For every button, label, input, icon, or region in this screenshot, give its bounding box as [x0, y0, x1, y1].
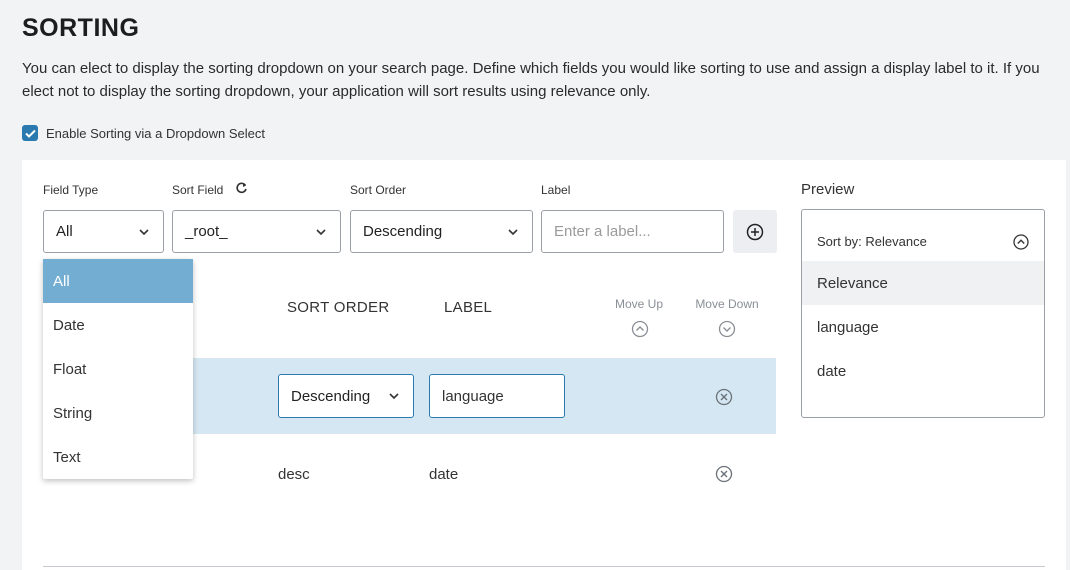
preview-select-label: Sort by: Relevance — [817, 234, 927, 249]
remove-row-icon[interactable] — [715, 388, 733, 411]
preview-option[interactable]: language — [802, 305, 1044, 349]
header-move-down: Move Down — [695, 297, 759, 311]
preview-dropdown[interactable]: Sort by: Relevance Relevance language da… — [801, 209, 1045, 418]
chevron-up-circle-icon[interactable] — [1013, 234, 1029, 255]
header-label: LABEL — [444, 299, 493, 316]
sort-order-select[interactable]: Descending — [350, 210, 533, 253]
preview-heading: Preview — [801, 181, 855, 198]
row-sort-order-value: Descending — [291, 387, 371, 405]
add-sort-button[interactable] — [733, 210, 777, 253]
divider — [43, 566, 1045, 567]
field-type-label: Field Type — [43, 183, 99, 197]
row-label-value: language — [442, 387, 504, 405]
move-up-icon[interactable] — [631, 320, 649, 343]
enable-sorting-checkbox[interactable] — [22, 125, 38, 141]
page-title: SORTING — [22, 14, 140, 42]
enable-sorting-row[interactable]: Enable Sorting via a Dropdown Select — [22, 125, 265, 141]
row-label: date — [429, 466, 459, 483]
label-input[interactable]: Enter a label... — [541, 210, 724, 253]
page-description: You can elect to display the sorting dro… — [22, 60, 1040, 100]
chevron-down-icon — [139, 228, 149, 235]
remove-row-icon[interactable] — [715, 465, 733, 488]
move-down-icon[interactable] — [718, 320, 736, 343]
preview-option[interactable]: Relevance — [802, 261, 1044, 305]
sort-order-value: Descending — [363, 223, 443, 240]
dropdown-option-all[interactable]: All — [43, 259, 193, 303]
header-sort-order: SORT ORDER — [287, 299, 390, 316]
header-move-up: Move Up — [614, 297, 664, 311]
chevron-down-icon — [508, 228, 518, 235]
field-type-select[interactable]: All — [43, 210, 164, 253]
label-field-label: Label — [541, 183, 571, 197]
row-label-input[interactable]: language — [429, 374, 565, 418]
label-input-placeholder: Enter a label... — [554, 223, 651, 240]
dropdown-option-float[interactable]: Float — [43, 347, 193, 391]
sort-field-select[interactable]: _root_ — [172, 210, 341, 253]
row-sort-order-select[interactable]: Descending — [278, 374, 414, 418]
field-type-dropdown-menu: All Date Float String Text — [43, 259, 193, 479]
field-type-value: All — [56, 223, 73, 240]
chevron-down-icon — [316, 228, 326, 235]
plus-circle-icon — [746, 223, 764, 240]
sort-order-label: Sort Order — [350, 183, 407, 197]
sort-field-label: Sort Field — [172, 183, 224, 197]
row-sort-order: desc — [278, 466, 310, 483]
chevron-down-icon — [389, 393, 399, 400]
preview-option[interactable]: date — [802, 349, 1044, 393]
refresh-icon[interactable] — [235, 182, 248, 200]
sort-field-value: _root_ — [185, 223, 228, 240]
dropdown-option-text[interactable]: Text — [43, 435, 193, 479]
dropdown-option-date[interactable]: Date — [43, 303, 193, 347]
enable-sorting-label: Enable Sorting via a Dropdown Select — [46, 125, 265, 141]
checkmark-icon — [24, 129, 36, 138]
dropdown-option-string[interactable]: String — [43, 391, 193, 435]
